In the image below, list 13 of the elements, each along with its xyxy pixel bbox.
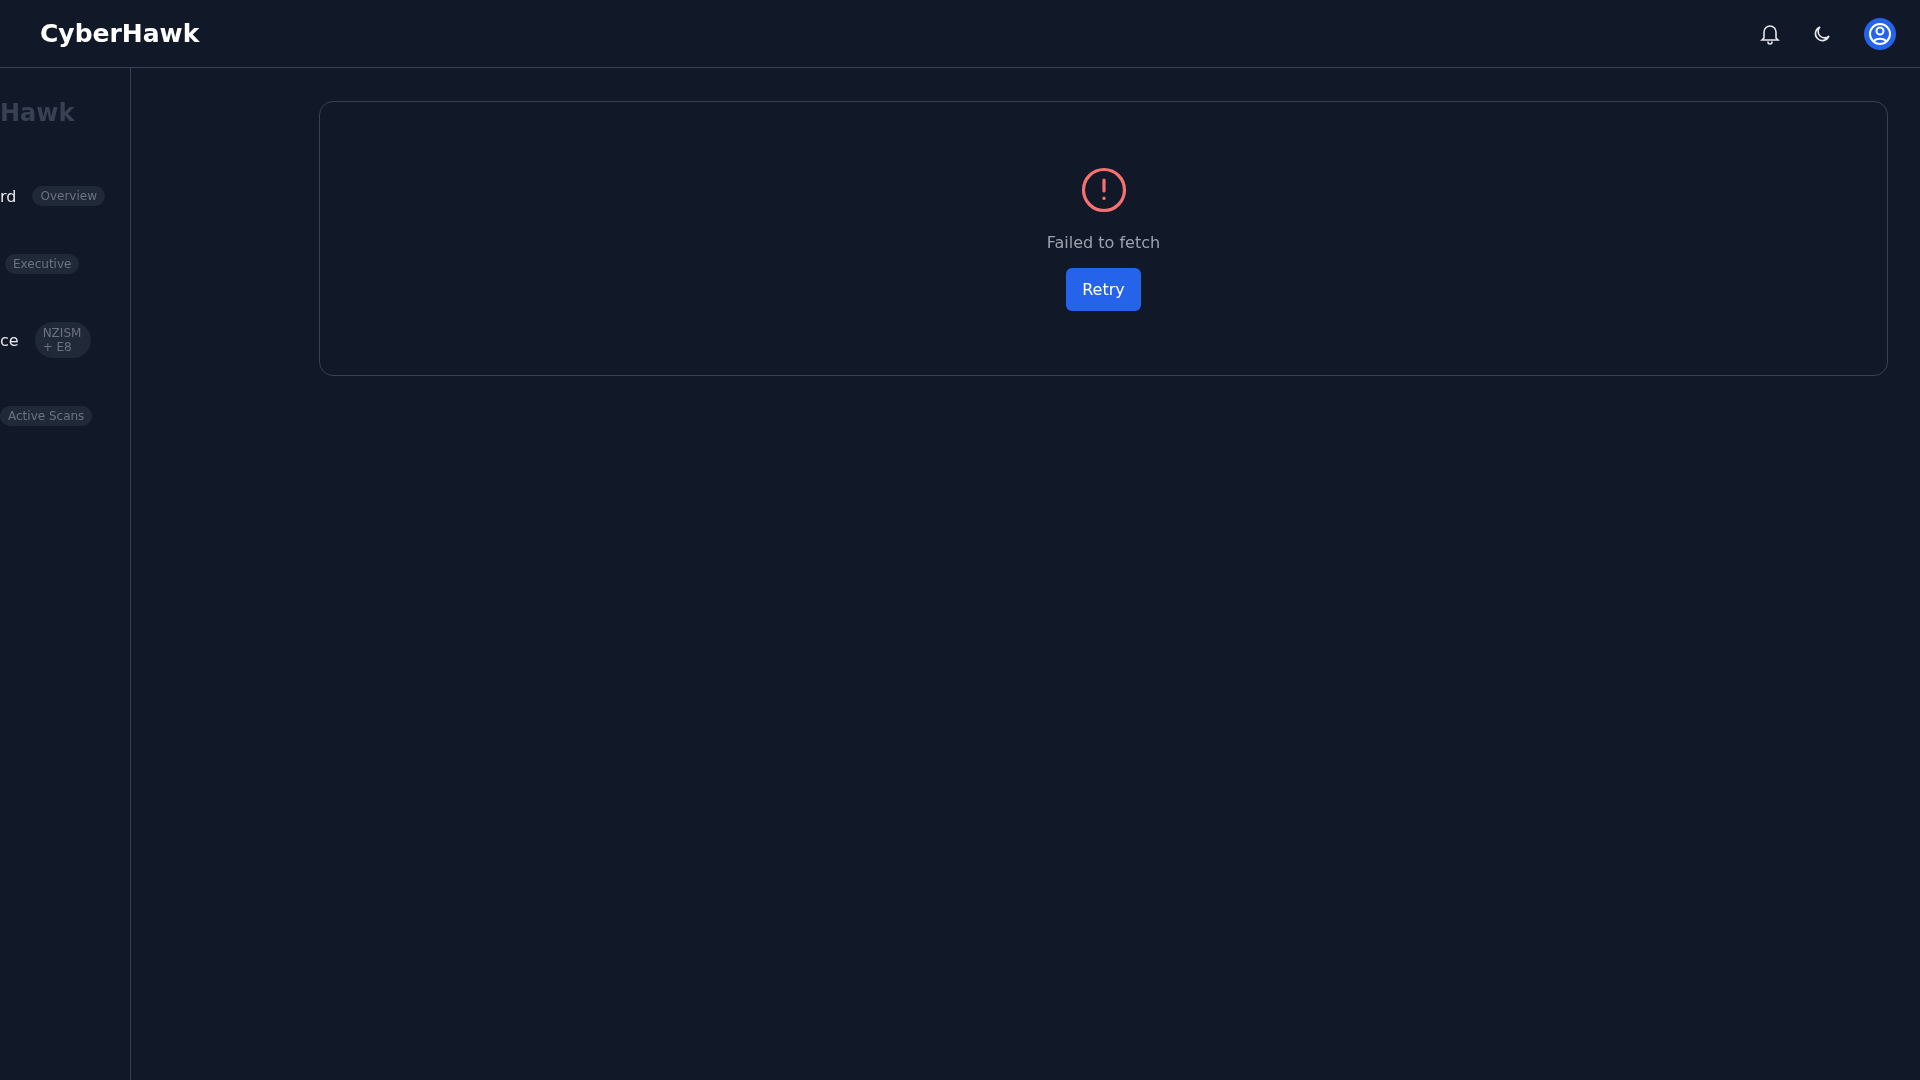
nav-badge: Executive: [5, 254, 80, 274]
nav-item[interactable]: rd: [0, 186, 17, 206]
nav-item[interactable]: ce: [0, 330, 19, 350]
nav-badge: Overview: [32, 186, 105, 206]
error-message: Failed to fetch: [1046, 233, 1161, 252]
user-avatar-icon[interactable]: [1864, 17, 1896, 50]
notifications-icon[interactable]: [1760, 22, 1780, 45]
moon-icon[interactable]: [1812, 23, 1832, 44]
nav-badge: NZISM + E8: [34, 322, 91, 358]
error-icon: [1080, 167, 1127, 213]
app-title: CyberHawk: [40, 19, 200, 48]
nav-badge: Active Scans: [0, 406, 93, 426]
retry-button[interactable]: Retry: [1066, 268, 1141, 311]
